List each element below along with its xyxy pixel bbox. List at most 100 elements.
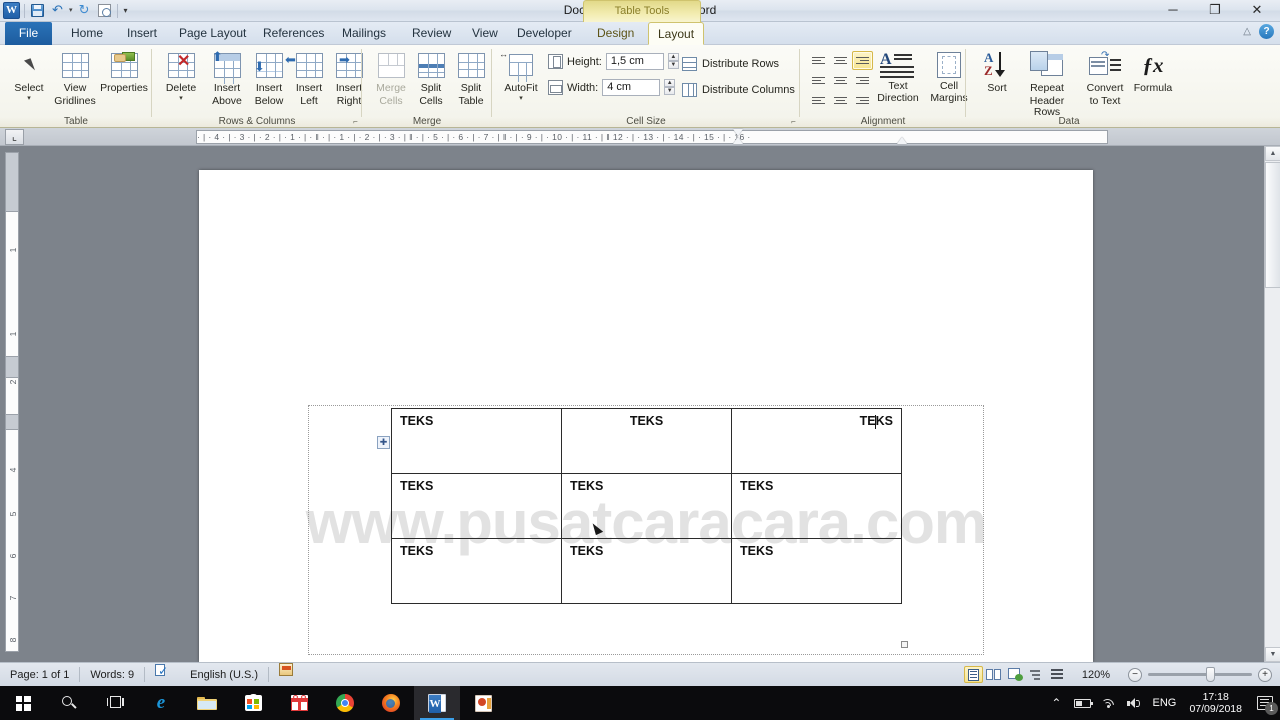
height-input[interactable]: 1,5 cm xyxy=(605,53,664,70)
microsoft-store-icon[interactable] xyxy=(230,686,276,720)
tab-layout[interactable]: Layout xyxy=(648,22,705,45)
collapse-ribbon-icon[interactable]: △ xyxy=(1243,26,1251,37)
wifi-icon[interactable] xyxy=(1095,686,1121,720)
table-cell-r3c3[interactable]: TEKS xyxy=(731,538,902,604)
distribute-columns-button[interactable]: Distribute Columns xyxy=(682,83,795,103)
zoom-slider[interactable]: − + xyxy=(1120,667,1280,682)
tab-references[interactable]: References xyxy=(254,22,333,45)
outline-view-button[interactable] xyxy=(1027,666,1046,683)
language-indicator[interactable]: ENG xyxy=(1147,686,1181,720)
align-bottom-center-button[interactable] xyxy=(830,91,851,110)
convert-to-text-button[interactable]: ↷ Convert to Text xyxy=(1079,48,1131,114)
language-indicator[interactable]: English (U.S.) xyxy=(180,663,268,687)
show-hidden-icons[interactable]: ⌃ xyxy=(1043,686,1069,720)
macro-record-icon[interactable] xyxy=(269,662,303,687)
full-screen-reading-view-button[interactable] xyxy=(985,666,1004,683)
tab-insert[interactable]: Insert xyxy=(118,22,166,45)
delete-dropdown-icon[interactable]: ▾ xyxy=(156,95,206,102)
align-bottom-left-button[interactable] xyxy=(808,91,829,110)
search-icon[interactable] xyxy=(46,686,92,720)
zoom-in-button[interactable]: + xyxy=(1258,667,1272,682)
notification-center-icon[interactable]: 1 xyxy=(1250,686,1280,720)
first-line-indent-marker[interactable] xyxy=(733,129,743,136)
table-cell-r2c3[interactable]: TEKS xyxy=(731,473,902,539)
width-stepper[interactable]: ▲ ▼ xyxy=(664,79,676,96)
scroll-up-button[interactable]: ▲ xyxy=(1265,146,1280,161)
word-taskbar-icon[interactable]: W xyxy=(414,686,460,720)
file-explorer-icon[interactable] xyxy=(184,686,230,720)
vertical-ruler[interactable]: 2 1 1 2 3 4 5 6 7 8 xyxy=(5,152,19,652)
help-icon[interactable]: ? xyxy=(1259,24,1274,39)
distribute-rows-button[interactable]: Distribute Rows xyxy=(682,57,779,77)
table-row[interactable]: TEKS TEKS TEKS xyxy=(391,538,902,604)
tab-developer[interactable]: Developer xyxy=(508,22,581,45)
word-table[interactable]: TEKS TEKS TEKS TEKS TEKS TEKS TEKS TEKS … xyxy=(391,408,902,604)
view-gridlines-button[interactable]: View Gridlines xyxy=(50,48,100,114)
table-element[interactable]: TEKS TEKS TEKS TEKS TEKS TEKS TEKS TEKS … xyxy=(391,408,902,604)
tab-selector-button[interactable]: ⌞ xyxy=(5,129,24,145)
tab-page-layout[interactable]: Page Layout xyxy=(170,22,255,45)
hanging-indent-marker[interactable] xyxy=(733,137,743,144)
properties-button[interactable]: Properties xyxy=(96,48,152,114)
align-top-right-button[interactable] xyxy=(852,51,873,70)
cell-size-dialog-launcher[interactable]: ⌐ xyxy=(789,117,798,126)
table-cell-r1c2[interactable]: TEKS xyxy=(561,408,732,474)
align-top-left-button[interactable] xyxy=(808,51,829,70)
rows-columns-dialog-launcher[interactable]: ⌐ xyxy=(351,117,360,126)
gift-icon[interactable] xyxy=(276,686,322,720)
scrollbar-thumb[interactable] xyxy=(1265,162,1280,288)
align-center-button[interactable] xyxy=(830,71,851,90)
clock[interactable]: 17:18 07/09/2018 xyxy=(1181,691,1250,715)
close-button[interactable]: ✕ xyxy=(1236,0,1278,20)
formula-button[interactable]: ƒx Formula xyxy=(1130,48,1176,114)
volume-icon[interactable] xyxy=(1121,686,1147,720)
web-layout-view-button[interactable] xyxy=(1006,666,1025,683)
table-cell-r1c3[interactable]: TEKS xyxy=(731,408,902,474)
chrome-icon[interactable] xyxy=(322,686,368,720)
table-move-handle[interactable]: ✚ xyxy=(377,436,390,449)
split-table-button[interactable]: Split Table xyxy=(446,48,496,114)
align-top-center-button[interactable] xyxy=(830,51,851,70)
table-row[interactable]: TEKS TEKS TEKS xyxy=(391,473,902,539)
tab-design[interactable]: Design xyxy=(588,22,643,45)
height-stepper[interactable]: ▲ ▼ xyxy=(667,53,679,70)
width-input[interactable]: 4 cm xyxy=(602,79,661,96)
powerpoint-taskbar-icon[interactable] xyxy=(460,686,506,720)
autofit-button[interactable]: ↔ AutoFit ▾ xyxy=(496,48,546,114)
delete-button[interactable]: ✕ Delete ▾ xyxy=(156,48,206,114)
right-indent-marker[interactable] xyxy=(897,137,907,144)
text-direction-button[interactable]: A Text Direction xyxy=(872,49,924,104)
table-cell-r3c1[interactable]: TEKS xyxy=(391,538,562,604)
page-indicator[interactable]: Page: 1 of 1 xyxy=(0,663,79,687)
horizontal-ruler[interactable]: ⌞ · | · 4 · | · 3 · | · 2 · | · 1 · | · … xyxy=(0,128,1280,146)
autofit-dropdown-icon[interactable]: ▾ xyxy=(496,95,546,102)
align-center-right-button[interactable] xyxy=(852,71,873,90)
table-resize-handle[interactable] xyxy=(901,641,908,648)
minimize-button[interactable]: ─ xyxy=(1152,0,1194,20)
repeat-header-rows-button[interactable]: Repeat Header Rows xyxy=(1016,48,1078,118)
sort-button[interactable]: A Z Sort xyxy=(972,48,1022,114)
select-button[interactable]: Select ▾ xyxy=(4,48,54,114)
table-row[interactable]: TEKS TEKS TEKS xyxy=(391,408,902,474)
table-cell-r2c1[interactable]: TEKS xyxy=(391,473,562,539)
tab-file[interactable]: File xyxy=(5,22,52,45)
word-count[interactable]: Words: 9 xyxy=(80,663,144,687)
tab-view[interactable]: View xyxy=(463,22,507,45)
table-cell-r1c1[interactable]: TEKS xyxy=(391,408,562,474)
battery-icon[interactable] xyxy=(1069,686,1095,720)
draft-view-button[interactable] xyxy=(1048,666,1067,683)
scroll-down-button[interactable]: ▼ xyxy=(1265,647,1280,662)
spelling-check-icon[interactable]: ✓ xyxy=(145,663,180,687)
tab-home[interactable]: Home xyxy=(62,22,112,45)
zoom-thumb[interactable] xyxy=(1206,667,1215,682)
align-center-left-button[interactable] xyxy=(808,71,829,90)
print-layout-view-button[interactable] xyxy=(963,666,983,683)
task-view-icon[interactable] xyxy=(92,686,138,720)
edge-icon[interactable]: e xyxy=(138,686,184,720)
zoom-track[interactable] xyxy=(1148,667,1252,682)
firefox-icon[interactable] xyxy=(368,686,414,720)
document-page[interactable]: www.pusatcaracara.com TEKS TEKS TEKS TEK… xyxy=(199,170,1093,662)
table-cell-r2c2[interactable]: TEKS xyxy=(561,473,732,539)
zoom-level[interactable]: 120% xyxy=(1072,663,1120,687)
tab-mailings[interactable]: Mailings xyxy=(333,22,395,45)
